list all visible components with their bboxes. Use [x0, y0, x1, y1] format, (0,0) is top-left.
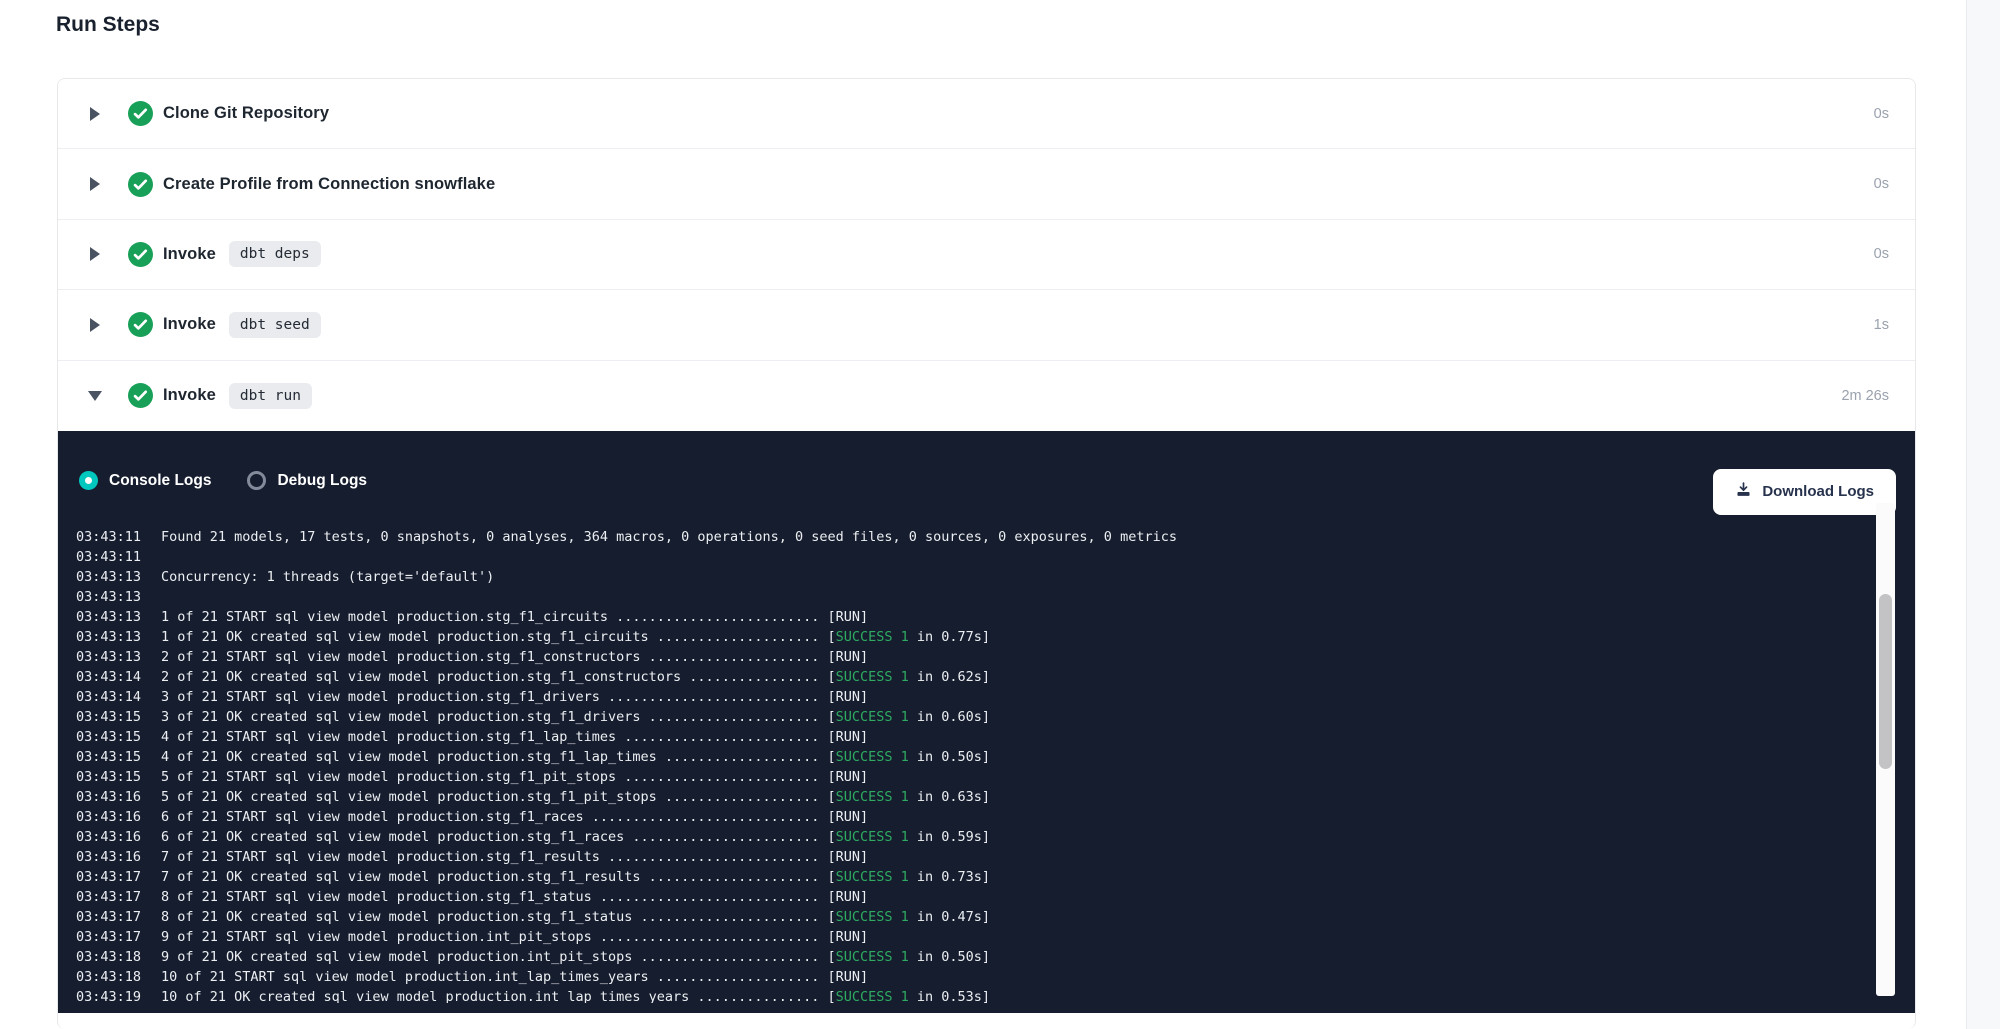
- log-timestamp: 03:43:14: [76, 687, 161, 707]
- step-duration: 0s: [1874, 246, 1889, 262]
- log-line: 03:43:132 of 21 START sql view model pro…: [76, 647, 1820, 667]
- log-line: 03:43:166 of 21 OK created sql view mode…: [76, 827, 1820, 847]
- log-timestamp: 03:43:15: [76, 707, 161, 727]
- step-label: Create Profile from Connection snowflake: [163, 175, 495, 194]
- log-line: 03:43:154 of 21 OK created sql view mode…: [76, 747, 1820, 767]
- radio-selected-icon[interactable]: [79, 471, 98, 490]
- success-check-icon: [128, 172, 153, 197]
- log-line: 03:43:179 of 21 START sql view model pro…: [76, 927, 1820, 947]
- step-command-badge: dbt seed: [229, 312, 321, 338]
- log-timestamp: 03:43:16: [76, 827, 161, 847]
- step-label: Invoke: [163, 245, 216, 264]
- step-row-invoke-dbt-seed[interactable]: Invoke dbt seed 1s: [58, 290, 1915, 360]
- log-line: 03:43:153 of 21 OK created sql view mode…: [76, 707, 1820, 727]
- step-duration: 2m 26s: [1841, 388, 1889, 404]
- log-line: 03:43:167 of 21 START sql view model pro…: [76, 847, 1820, 867]
- log-scrollbar[interactable]: [1876, 503, 1895, 996]
- log-line: 03:43:131 of 21 OK created sql view mode…: [76, 627, 1820, 647]
- log-timestamp: 03:43:13: [76, 567, 161, 587]
- step-row-invoke-dbt-deps[interactable]: Invoke dbt deps 0s: [58, 220, 1915, 290]
- log-line: 03:43:143 of 21 START sql view model pro…: [76, 687, 1820, 707]
- console-log-output[interactable]: 03:43:11Found 21 models, 17 tests, 0 sna…: [76, 498, 1820, 1003]
- step-duration: 0s: [1874, 106, 1889, 122]
- log-timestamp: 03:43:11: [76, 527, 161, 547]
- log-timestamp: 03:43:13: [76, 587, 161, 607]
- log-line: 03:43:142 of 21 OK created sql view mode…: [76, 667, 1820, 687]
- log-timestamp: 03:43:16: [76, 787, 161, 807]
- log-line: 03:43:154 of 21 START sql view model pro…: [76, 727, 1820, 747]
- run-steps-card: Clone Git Repository0sCreate Profile fro…: [57, 78, 1916, 1029]
- step-label: Clone Git Repository: [163, 104, 329, 123]
- log-line: 03:43:178 of 21 OK created sql view mode…: [76, 907, 1820, 927]
- step-command-badge: dbt run: [229, 383, 312, 409]
- caret-right-icon[interactable]: [88, 318, 102, 332]
- tab-console-logs[interactable]: Console Logs: [79, 471, 211, 490]
- log-timestamp: 03:43:17: [76, 907, 161, 927]
- log-timestamp: 03:43:15: [76, 767, 161, 787]
- tab-label: Debug Logs: [277, 472, 367, 490]
- log-line: 03:43:166 of 21 START sql view model pro…: [76, 807, 1820, 827]
- log-timestamp: 03:43:18: [76, 947, 161, 967]
- log-timestamp: 03:43:16: [76, 847, 161, 867]
- log-timestamp: 03:43:18: [76, 967, 161, 987]
- log-line: 03:43:178 of 21 START sql view model pro…: [76, 887, 1820, 907]
- log-timestamp: 03:43:13: [76, 607, 161, 627]
- log-timestamp: 03:43:17: [76, 927, 161, 947]
- log-timestamp: 03:43:16: [76, 807, 161, 827]
- step-row-create-profile-from-connection-snowflake[interactable]: Create Profile from Connection snowflake…: [58, 149, 1915, 219]
- success-check-icon: [128, 101, 153, 126]
- success-check-icon: [128, 312, 153, 337]
- caret-right-icon[interactable]: [88, 247, 102, 261]
- page-background-strip: [1966, 0, 2000, 1029]
- log-line: 03:43:131 of 21 START sql view model pro…: [76, 607, 1820, 627]
- step-duration: 0s: [1874, 176, 1889, 192]
- log-line: 03:43:1810 of 21 START sql view model pr…: [76, 967, 1820, 987]
- log-timestamp: 03:43:15: [76, 727, 161, 747]
- log-timestamp: 03:43:15: [76, 747, 161, 767]
- log-timestamp: 03:43:14: [76, 667, 161, 687]
- log-timestamp: 03:43:11: [76, 547, 161, 567]
- log-timestamp: 03:43:19: [76, 987, 161, 1003]
- log-line: 03:43:189 of 21 OK created sql view mode…: [76, 947, 1820, 967]
- log-line: 03:43:13: [76, 587, 1820, 607]
- log-timestamp: 03:43:13: [76, 627, 161, 647]
- caret-right-icon[interactable]: [88, 107, 102, 121]
- step-duration: 1s: [1874, 317, 1889, 333]
- log-line: 03:43:155 of 21 START sql view model pro…: [76, 767, 1820, 787]
- log-line: 03:43:11Found 21 models, 17 tests, 0 sna…: [76, 527, 1820, 547]
- radio-unselected-icon[interactable]: [247, 471, 266, 490]
- tab-label: Console Logs: [109, 472, 211, 490]
- log-line: 03:43:165 of 21 OK created sql view mode…: [76, 787, 1820, 807]
- step-row-invoke-dbt-run[interactable]: Invoke dbt run 2m 26s: [58, 361, 1915, 431]
- caret-right-icon[interactable]: [88, 177, 102, 191]
- success-check-icon: [128, 242, 153, 267]
- log-line: 03:43:1910 of 21 OK created sql view mod…: [76, 987, 1820, 1003]
- log-line: 03:43:177 of 21 OK created sql view mode…: [76, 867, 1820, 887]
- tab-debug-logs[interactable]: Debug Logs: [247, 471, 367, 490]
- step-list: Clone Git Repository0sCreate Profile fro…: [58, 79, 1915, 431]
- log-timestamp: 03:43:17: [76, 887, 161, 907]
- page-title: Run Steps: [56, 13, 160, 37]
- run-steps-page: Run Steps Clone Git Repository0sCreate P…: [0, 0, 2000, 1029]
- step-label: Invoke: [163, 315, 216, 334]
- success-check-icon: [128, 383, 153, 408]
- caret-down-icon[interactable]: [88, 391, 102, 401]
- log-line: 03:43:13Concurrency: 1 threads (target='…: [76, 567, 1820, 587]
- log-timestamp: 03:43:13: [76, 647, 161, 667]
- log-timestamp: 03:43:17: [76, 867, 161, 887]
- step-label: Invoke: [163, 386, 216, 405]
- log-line: 03:43:11: [76, 547, 1820, 567]
- log-tabs: Console Logs Debug Logs: [79, 471, 367, 490]
- step-command-badge: dbt deps: [229, 241, 321, 267]
- log-scrollbar-thumb[interactable]: [1879, 594, 1892, 769]
- log-panel: Console LogsDebug Logs Download Logs 03:…: [58, 431, 1915, 1013]
- step-row-clone-git-repository[interactable]: Clone Git Repository 0s: [58, 79, 1915, 149]
